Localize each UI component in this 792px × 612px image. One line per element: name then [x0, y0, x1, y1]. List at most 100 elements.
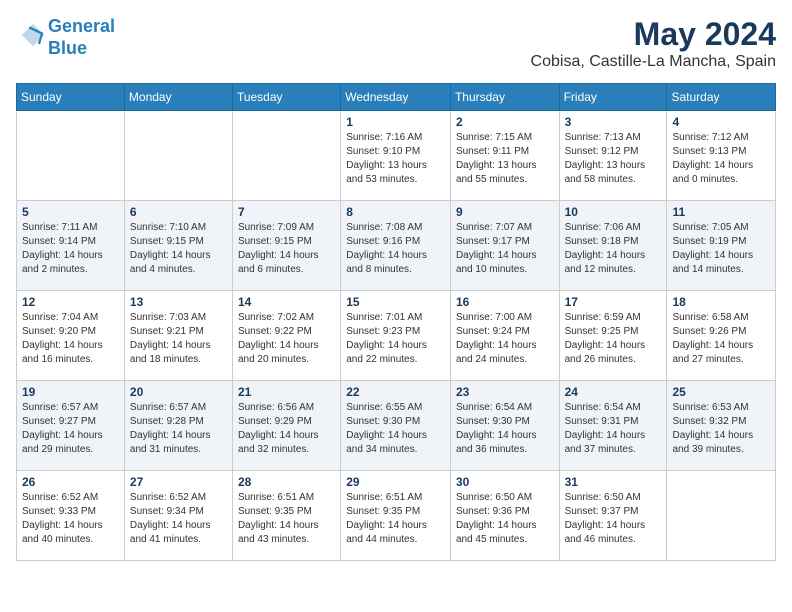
day-info: Sunrise: 6:52 AM Sunset: 9:33 PM Dayligh…	[22, 491, 119, 547]
day-number: 13	[130, 295, 227, 309]
day-number: 24	[565, 385, 662, 399]
calendar-cell	[124, 111, 232, 201]
day-info: Sunrise: 7:04 AM Sunset: 9:20 PM Dayligh…	[22, 311, 119, 367]
day-number: 14	[238, 295, 335, 309]
calendar-week-4: 19 Sunrise: 6:57 AM Sunset: 9:27 PM Dayli…	[17, 381, 776, 471]
day-info: Sunrise: 7:12 AM Sunset: 9:13 PM Dayligh…	[672, 131, 770, 187]
logo-icon	[18, 20, 48, 50]
header-saturday: Saturday	[667, 84, 776, 111]
calendar-cell	[667, 471, 776, 561]
calendar-cell	[232, 111, 340, 201]
day-info: Sunrise: 6:54 AM Sunset: 9:31 PM Dayligh…	[565, 401, 662, 457]
day-number: 17	[565, 295, 662, 309]
calendar-cell: 7Sunrise: 7:09 AM Sunset: 9:15 PM Daylig…	[232, 201, 340, 291]
month-title: May 2024	[531, 16, 776, 53]
calendar-cell: 22 Sunrise: 6:55 AM Sunset: 9:30 PM Dayli…	[341, 381, 451, 471]
day-number: 3	[565, 115, 662, 129]
day-info: Sunrise: 6:55 AM Sunset: 9:30 PM Dayligh…	[346, 401, 445, 457]
day-info: Sunrise: 6:57 AM Sunset: 9:28 PM Dayligh…	[130, 401, 227, 457]
day-info: Sunrise: 7:10 AM Sunset: 9:15 PM Dayligh…	[130, 221, 227, 277]
day-number: 11	[672, 205, 770, 219]
day-info: Sunrise: 7:03 AM Sunset: 9:21 PM Dayligh…	[130, 311, 227, 367]
calendar-cell: 6 Sunrise: 7:10 AM Sunset: 9:15 PM Daylig…	[124, 201, 232, 291]
calendar-cell: 3 Sunrise: 7:13 AM Sunset: 9:12 PM Daylig…	[559, 111, 667, 201]
calendar-cell: 2 Sunrise: 7:15 AM Sunset: 9:11 PM Daylig…	[450, 111, 559, 201]
day-number: 28	[238, 475, 335, 489]
day-number: 21	[238, 385, 335, 399]
calendar-cell: 30 Sunrise: 6:50 AM Sunset: 9:36 PM Dayli…	[450, 471, 559, 561]
day-number: 27	[130, 475, 227, 489]
day-info: Sunrise: 7:15 AM Sunset: 9:11 PM Dayligh…	[456, 131, 554, 187]
day-number: 1	[346, 115, 445, 129]
day-number: 12	[22, 295, 119, 309]
day-info: Sunrise: 6:52 AM Sunset: 9:34 PM Dayligh…	[130, 491, 227, 547]
calendar-cell: 4 Sunrise: 7:12 AM Sunset: 9:13 PM Daylig…	[667, 111, 776, 201]
day-number: 29	[346, 475, 445, 489]
day-info: Sunrise: 7:07 AM Sunset: 9:17 PM Dayligh…	[456, 221, 554, 277]
calendar-cell: 1 Sunrise: 7:16 AM Sunset: 9:10 PM Daylig…	[341, 111, 451, 201]
calendar-cell: 5Sunrise: 7:11 AM Sunset: 9:14 PM Daylig…	[17, 201, 125, 291]
day-number: 4	[672, 115, 770, 129]
day-info: Sunrise: 6:51 AM Sunset: 9:35 PM Dayligh…	[346, 491, 445, 547]
calendar-cell: 14 Sunrise: 7:02 AM Sunset: 9:22 PM Dayli…	[232, 291, 340, 381]
day-number: 10	[565, 205, 662, 219]
day-number: 31	[565, 475, 662, 489]
calendar-week-2: 5Sunrise: 7:11 AM Sunset: 9:14 PM Daylig…	[17, 201, 776, 291]
calendar-cell: 21 Sunrise: 6:56 AM Sunset: 9:29 PM Dayli…	[232, 381, 340, 471]
calendar-cell: 12 Sunrise: 7:04 AM Sunset: 9:20 PM Dayli…	[17, 291, 125, 381]
calendar-cell	[17, 111, 125, 201]
logo-text: General Blue	[48, 16, 115, 59]
calendar-cell: 16 Sunrise: 7:00 AM Sunset: 9:24 PM Dayli…	[450, 291, 559, 381]
day-number: 2	[456, 115, 554, 129]
day-info: Sunrise: 6:51 AM Sunset: 9:35 PM Dayligh…	[238, 491, 335, 547]
day-info: Sunrise: 6:50 AM Sunset: 9:36 PM Dayligh…	[456, 491, 554, 547]
day-number: 26	[22, 475, 119, 489]
calendar-cell: 24 Sunrise: 6:54 AM Sunset: 9:31 PM Dayli…	[559, 381, 667, 471]
day-number: 15	[346, 295, 445, 309]
day-number: 18	[672, 295, 770, 309]
header-tuesday: Tuesday	[232, 84, 340, 111]
day-info: Sunrise: 7:16 AM Sunset: 9:10 PM Dayligh…	[346, 131, 445, 187]
day-number: 16	[456, 295, 554, 309]
calendar-cell: 17 Sunrise: 6:59 AM Sunset: 9:25 PM Dayli…	[559, 291, 667, 381]
calendar-cell: 27 Sunrise: 6:52 AM Sunset: 9:34 PM Dayli…	[124, 471, 232, 561]
logo: General Blue	[16, 16, 115, 59]
calendar-week-1: 1 Sunrise: 7:16 AM Sunset: 9:10 PM Daylig…	[17, 111, 776, 201]
calendar-cell: 15Sunrise: 7:01 AM Sunset: 9:23 PM Dayli…	[341, 291, 451, 381]
calendar-cell: 28 Sunrise: 6:51 AM Sunset: 9:35 PM Dayli…	[232, 471, 340, 561]
day-info: Sunrise: 6:57 AM Sunset: 9:27 PM Dayligh…	[22, 401, 119, 457]
calendar-table: SundayMondayTuesdayWednesdayThursdayFrid…	[16, 83, 776, 561]
calendar-header-row: SundayMondayTuesdayWednesdayThursdayFrid…	[17, 84, 776, 111]
day-info: Sunrise: 7:02 AM Sunset: 9:22 PM Dayligh…	[238, 311, 335, 367]
header-monday: Monday	[124, 84, 232, 111]
day-info: Sunrise: 6:53 AM Sunset: 9:32 PM Dayligh…	[672, 401, 770, 457]
calendar-cell: 18 Sunrise: 6:58 AM Sunset: 9:26 PM Dayli…	[667, 291, 776, 381]
day-info: Sunrise: 6:59 AM Sunset: 9:25 PM Dayligh…	[565, 311, 662, 367]
day-info: Sunrise: 7:13 AM Sunset: 9:12 PM Dayligh…	[565, 131, 662, 187]
calendar-cell: 19 Sunrise: 6:57 AM Sunset: 9:27 PM Dayli…	[17, 381, 125, 471]
logo-general: General	[48, 16, 115, 36]
day-number: 9	[456, 205, 554, 219]
day-number: 25	[672, 385, 770, 399]
day-number: 8	[346, 205, 445, 219]
page-header: General Blue May 2024 Cobisa, Castille-L…	[16, 16, 776, 71]
day-info: Sunrise: 6:56 AM Sunset: 9:29 PM Dayligh…	[238, 401, 335, 457]
day-info: Sunrise: 7:05 AM Sunset: 9:19 PM Dayligh…	[672, 221, 770, 277]
calendar-cell: 13 Sunrise: 7:03 AM Sunset: 9:21 PM Dayli…	[124, 291, 232, 381]
day-number: 22	[346, 385, 445, 399]
day-number: 5	[22, 205, 119, 219]
title-block: May 2024 Cobisa, Castille-La Mancha, Spa…	[531, 16, 776, 71]
day-number: 19	[22, 385, 119, 399]
day-number: 6	[130, 205, 227, 219]
header-sunday: Sunday	[17, 84, 125, 111]
logo-blue: Blue	[48, 38, 87, 58]
location-title: Cobisa, Castille-La Mancha, Spain	[531, 53, 776, 71]
header-friday: Friday	[559, 84, 667, 111]
calendar-cell: 11 Sunrise: 7:05 AM Sunset: 9:19 PM Dayli…	[667, 201, 776, 291]
calendar-cell: 9 Sunrise: 7:07 AM Sunset: 9:17 PM Daylig…	[450, 201, 559, 291]
day-number: 30	[456, 475, 554, 489]
calendar-cell: 31Sunrise: 6:50 AM Sunset: 9:37 PM Dayli…	[559, 471, 667, 561]
day-info: Sunrise: 6:58 AM Sunset: 9:26 PM Dayligh…	[672, 311, 770, 367]
day-info: Sunrise: 7:00 AM Sunset: 9:24 PM Dayligh…	[456, 311, 554, 367]
calendar-cell: 29 Sunrise: 6:51 AM Sunset: 9:35 PM Dayli…	[341, 471, 451, 561]
